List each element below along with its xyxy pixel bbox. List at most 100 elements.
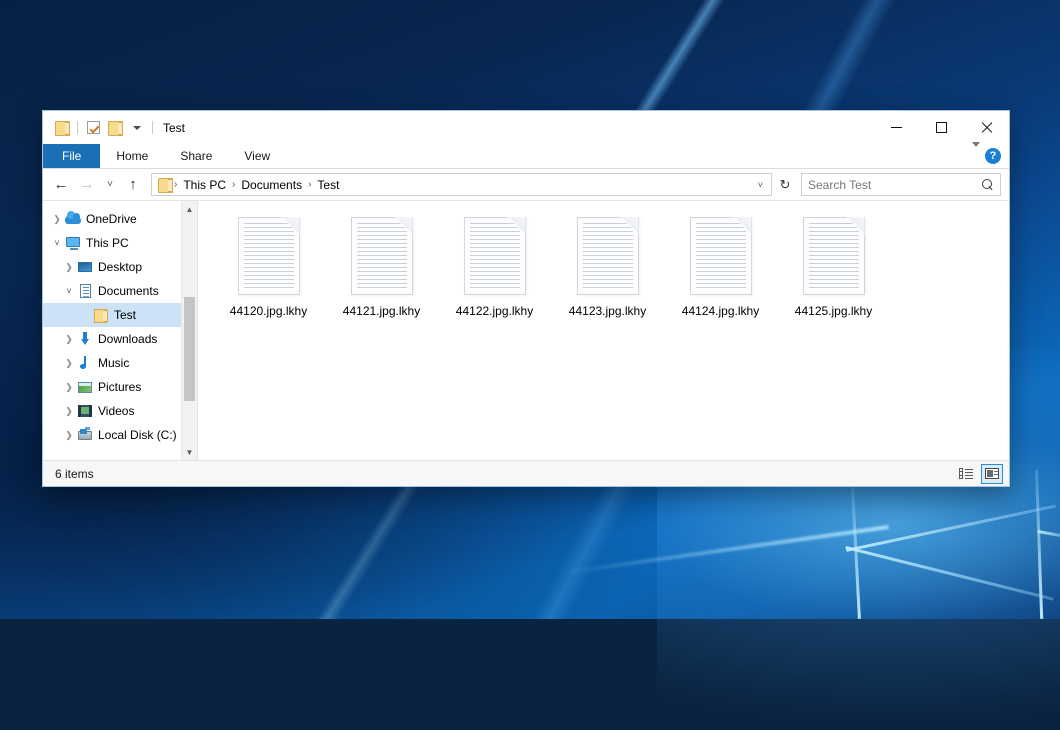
sidebar-item-label: Local Disk (C:) bbox=[98, 428, 177, 442]
details-view-icon bbox=[959, 468, 973, 479]
pc-icon bbox=[65, 235, 81, 251]
desktop-icon bbox=[77, 259, 93, 275]
disk-icon bbox=[77, 427, 93, 443]
chevron-right-icon[interactable]: ❯ bbox=[61, 359, 77, 368]
sidebar-item-label: Pictures bbox=[98, 380, 141, 394]
sidebar-item-label: This PC bbox=[86, 236, 129, 250]
file-grid: 44120.jpg.lkhy 44121.jpg.lkhy 44122.jpg.… bbox=[212, 213, 1009, 324]
large-icons-view-icon bbox=[985, 468, 999, 479]
expand-ribbon-chevron-down-icon[interactable] bbox=[972, 147, 980, 165]
scroll-up-arrow-icon[interactable]: ▲ bbox=[182, 201, 197, 217]
tab-view[interactable]: View bbox=[228, 144, 286, 168]
chevron-right-icon[interactable]: ❯ bbox=[61, 431, 77, 440]
generic-document-icon bbox=[690, 217, 752, 295]
generic-document-icon bbox=[803, 217, 865, 295]
breadcrumb-item-documents[interactable]: Documents bbox=[236, 176, 307, 194]
sidebar-item-label: Documents bbox=[98, 284, 159, 298]
list-item[interactable]: 44120.jpg.lkhy bbox=[212, 213, 325, 324]
pictures-icon bbox=[77, 379, 93, 395]
help-icon[interactable]: ? bbox=[985, 148, 1001, 164]
breadcrumb-dropdown-chevron-down-icon[interactable]: ˅ bbox=[753, 180, 768, 190]
sidebar-item-desktop[interactable]: ❯ Desktop bbox=[43, 255, 197, 279]
sidebar-item-videos[interactable]: ❯ Videos bbox=[43, 399, 197, 423]
tab-home[interactable]: Home bbox=[100, 144, 164, 168]
chevron-down-icon[interactable]: ˅ bbox=[49, 239, 65, 248]
scrollbar-thumb[interactable] bbox=[184, 297, 195, 401]
sidebar-item-music[interactable]: ❯ Music bbox=[43, 351, 197, 375]
list-item[interactable]: 44122.jpg.lkhy bbox=[438, 213, 551, 324]
file-explorer-window: Test File Home Share View ? ← → ˅ ↑ › Th… bbox=[42, 110, 1010, 487]
sidebar-item-test[interactable]: Test bbox=[43, 303, 197, 327]
chevron-down-icon[interactable]: ˅ bbox=[61, 287, 77, 296]
up-button[interactable]: ↑ bbox=[121, 173, 145, 197]
folder-icon[interactable] bbox=[51, 117, 73, 139]
refresh-icon[interactable]: ↻ bbox=[774, 173, 796, 196]
sidebar-item-local-disk-c[interactable]: ❯ Local Disk (C:) bbox=[43, 423, 197, 447]
breadcrumb-item-this-pc[interactable]: This PC bbox=[178, 176, 231, 194]
properties-icon[interactable] bbox=[82, 117, 104, 139]
sidebar-item-pictures[interactable]: ❯ Pictures bbox=[43, 375, 197, 399]
ribbon-tab-bar: File Home Share View ? bbox=[43, 144, 1009, 169]
generic-document-icon bbox=[464, 217, 526, 295]
sidebar-item-label: Downloads bbox=[98, 332, 157, 346]
minimize-button[interactable] bbox=[874, 111, 919, 144]
navigation-pane-scrollbar[interactable]: ▲ ▼ bbox=[181, 201, 197, 460]
file-name: 44120.jpg.lkhy bbox=[230, 304, 307, 318]
folder-icon bbox=[93, 307, 109, 323]
list-item[interactable]: 44121.jpg.lkhy bbox=[325, 213, 438, 324]
search-input[interactable] bbox=[808, 178, 982, 192]
sidebar-item-label: Test bbox=[114, 308, 136, 322]
breadcrumb[interactable]: › This PC › Documents › Test ˅ bbox=[151, 173, 772, 196]
customize-caret-icon[interactable] bbox=[126, 117, 148, 139]
documents-icon bbox=[77, 283, 93, 299]
search-icon bbox=[982, 179, 994, 191]
music-icon bbox=[77, 355, 93, 371]
address-bar: ← → ˅ ↑ › This PC › Documents › Test ˅ ↻ bbox=[43, 169, 1009, 200]
tab-share[interactable]: Share bbox=[164, 144, 228, 168]
ribbon-right-controls: ? bbox=[972, 144, 1009, 168]
view-toggle-group bbox=[955, 464, 1003, 484]
sidebar-item-documents[interactable]: ˅ Documents bbox=[43, 279, 197, 303]
navigation-pane: ❯ OneDrive ˅ This PC ❯ Desktop ˅ Documen… bbox=[43, 201, 198, 460]
sidebar-item-downloads[interactable]: ❯ Downloads bbox=[43, 327, 197, 351]
quick-access-toolbar bbox=[51, 117, 157, 139]
new-folder-icon[interactable] bbox=[104, 117, 126, 139]
generic-document-icon bbox=[238, 217, 300, 295]
file-name: 44123.jpg.lkhy bbox=[569, 304, 646, 318]
search-box[interactable] bbox=[801, 173, 1001, 196]
chevron-right-icon[interactable]: ❯ bbox=[61, 383, 77, 392]
window-title: Test bbox=[163, 121, 185, 135]
list-item[interactable]: 44125.jpg.lkhy bbox=[777, 213, 890, 324]
title-bar: Test bbox=[43, 111, 1009, 144]
chevron-right-icon[interactable]: ❯ bbox=[61, 335, 77, 344]
window-body: ❯ OneDrive ˅ This PC ❯ Desktop ˅ Documen… bbox=[43, 200, 1009, 460]
toolbar-separator bbox=[77, 121, 78, 134]
sidebar-item-label: Videos bbox=[98, 404, 134, 418]
close-button[interactable] bbox=[964, 111, 1009, 144]
details-view-button[interactable] bbox=[955, 464, 977, 484]
breadcrumb-item-test[interactable]: Test bbox=[312, 176, 344, 194]
back-button[interactable]: ← bbox=[49, 173, 73, 197]
list-item[interactable]: 44123.jpg.lkhy bbox=[551, 213, 664, 324]
recent-locations-chevron-down-icon[interactable]: ˅ bbox=[101, 173, 119, 197]
scroll-down-arrow-icon[interactable]: ▼ bbox=[182, 444, 197, 460]
cloud-icon bbox=[65, 211, 81, 227]
forward-button: → bbox=[75, 173, 99, 197]
sidebar-item-onedrive[interactable]: ❯ OneDrive bbox=[43, 207, 197, 231]
chevron-right-icon[interactable]: ❯ bbox=[61, 263, 77, 272]
sidebar-item-label: Music bbox=[98, 356, 129, 370]
chevron-right-icon[interactable]: ❯ bbox=[61, 407, 77, 416]
file-name: 44125.jpg.lkhy bbox=[795, 304, 872, 318]
item-count-label: 6 items bbox=[55, 467, 94, 481]
chevron-right-icon[interactable]: ❯ bbox=[49, 215, 65, 224]
sidebar-item-label: OneDrive bbox=[86, 212, 137, 226]
large-icons-view-button[interactable] bbox=[981, 464, 1003, 484]
list-item[interactable]: 44124.jpg.lkhy bbox=[664, 213, 777, 324]
sidebar-item-this-pc[interactable]: ˅ This PC bbox=[43, 231, 197, 255]
file-name: 44121.jpg.lkhy bbox=[343, 304, 420, 318]
file-name: 44122.jpg.lkhy bbox=[456, 304, 533, 318]
tab-file[interactable]: File bbox=[43, 144, 100, 168]
file-list-pane[interactable]: 44120.jpg.lkhy 44121.jpg.lkhy 44122.jpg.… bbox=[198, 201, 1009, 460]
maximize-button[interactable] bbox=[919, 111, 964, 144]
downloads-icon bbox=[77, 331, 93, 347]
